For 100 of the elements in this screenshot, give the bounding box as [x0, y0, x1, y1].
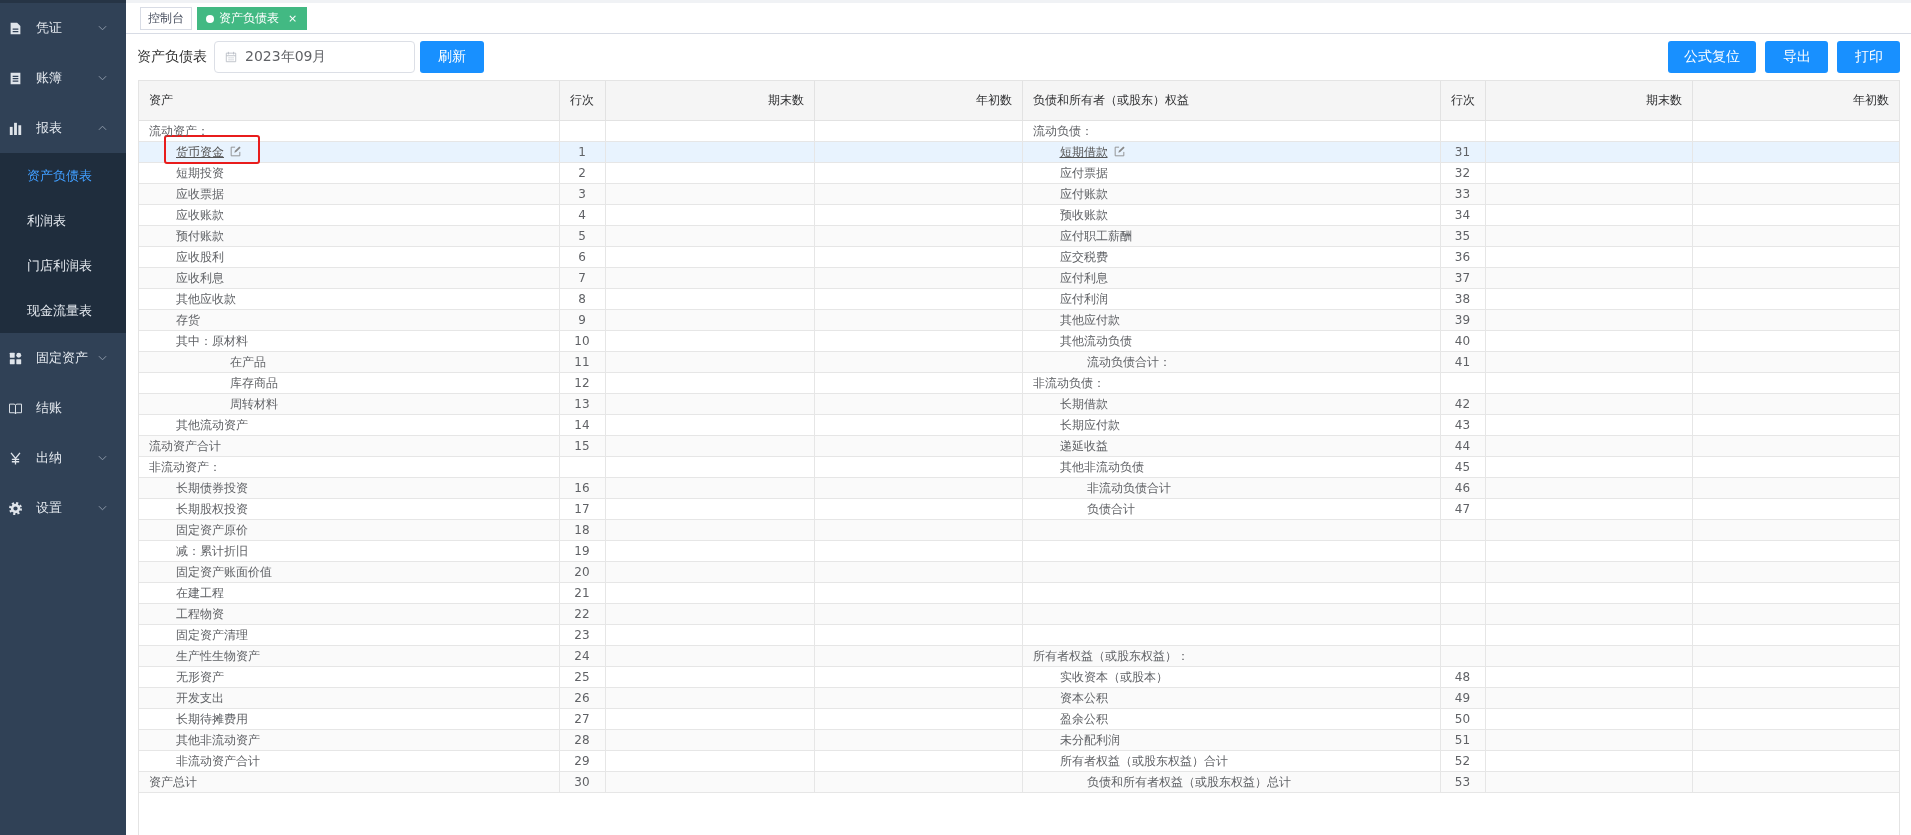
table-row[interactable]: 其他流动资产 14 长期应付款 43 [139, 414, 1899, 435]
table-row[interactable]: 应收股利 6 应交税费 36 [139, 246, 1899, 267]
account-name: 长期待摊费用 [176, 711, 248, 726]
line-number: 45 [1440, 456, 1485, 477]
date-field[interactable]: 2023年09月 [214, 41, 415, 73]
table-row[interactable]: 流动资产合计 15 递延收益 44 [139, 435, 1899, 456]
column-header: 负债和所有者（或股东）权益 [1022, 81, 1440, 120]
line-number: 12 [559, 372, 605, 393]
account-name: 在建工程 [176, 585, 224, 600]
account-name: 应付职工薪酬 [1059, 228, 1132, 243]
account-name: 资产总计 [149, 774, 197, 789]
edit-icon [1113, 146, 1125, 157]
table-row[interactable]: 货币资金 1 短期借款 31 [139, 141, 1899, 162]
line-number: 23 [559, 624, 605, 645]
account-name: 应收账款 [176, 207, 224, 222]
table-row[interactable]: 长期债券投资 16 非流动负债合计 46 [139, 477, 1899, 498]
tab[interactable]: 控制台 [140, 7, 192, 30]
table-row[interactable]: 资产总计 30 负债和所有者权益（或股东权益）总计 53 [139, 771, 1899, 792]
account-name: 应付账款 [1059, 186, 1108, 201]
table-row[interactable]: 减：累计折旧 19 [139, 540, 1899, 561]
account-link[interactable]: 短期借款 [1059, 141, 1125, 162]
account-name: 生产性生物资产 [176, 648, 260, 663]
menu-item[interactable]: 结账 [0, 383, 126, 433]
account-name: 固定资产原价 [176, 522, 248, 537]
table-row[interactable]: 长期股权投资 17 负债合计 47 [139, 498, 1899, 519]
line-number: 47 [1440, 498, 1485, 519]
line-number: 6 [559, 246, 605, 267]
table-row[interactable]: 库存商品 12 非流动负债： [139, 372, 1899, 393]
account-name: 短期投资 [176, 165, 224, 180]
account-name: 预付账款 [176, 228, 224, 243]
account-name: 盈余公积 [1059, 711, 1108, 726]
table-row[interactable]: 流动资产： 流动负债： [139, 120, 1899, 141]
line-number: 10 [559, 330, 605, 351]
table-row[interactable]: 其他应收款 8 应付利润 38 [139, 288, 1899, 309]
table-row[interactable]: 工程物资 22 [139, 603, 1899, 624]
line-number: 27 [559, 708, 605, 729]
account-name: 长期借款 [1059, 396, 1108, 411]
table-row[interactable]: 固定资产账面价值 20 [139, 561, 1899, 582]
account-name: 其他应付款 [1059, 312, 1120, 327]
line-number: 40 [1440, 330, 1485, 351]
menu-item[interactable]: 固定资产 [0, 333, 126, 383]
document-icon [9, 21, 22, 35]
table-row[interactable]: 应收账款 4 预收账款 34 [139, 204, 1899, 225]
line-number: 34 [1440, 204, 1485, 225]
table-row[interactable]: 短期投资 2 应付票据 32 [139, 162, 1899, 183]
ledger-icon [9, 71, 22, 85]
table-row[interactable]: 无形资产 25 实收资本（或股本） 48 [139, 666, 1899, 687]
table-row[interactable]: 固定资产原价 18 [139, 519, 1899, 540]
line-number: 32 [1440, 162, 1485, 183]
account-name: 负债和所有者权益（或股东权益）总计 [1086, 774, 1291, 789]
table-row[interactable]: 其中：原材料 10 其他流动负债 40 [139, 330, 1899, 351]
table-row[interactable]: 在产品 11 流动负债合计： 41 [139, 351, 1899, 372]
menu-item[interactable]: 账簿 [0, 53, 126, 103]
account-name: 固定资产清理 [176, 627, 248, 642]
menu-item[interactable]: 设置 [0, 483, 126, 533]
table-row[interactable]: 应收利息 7 应付利息 37 [139, 267, 1899, 288]
column-header: 期末数 [605, 81, 814, 120]
account-name: 无形资产 [176, 669, 224, 684]
account-link[interactable]: 货币资金 [176, 141, 241, 162]
menu-item[interactable]: 出纳 [0, 433, 126, 483]
calendar-icon [225, 51, 237, 63]
table-row[interactable]: 其他非流动资产 28 未分配利润 51 [139, 729, 1899, 750]
account-name: 长期股权投资 [176, 501, 248, 516]
line-number: 36 [1440, 246, 1485, 267]
line-number: 21 [559, 582, 605, 603]
table-row[interactable]: 应收票据 3 应付账款 33 [139, 183, 1899, 204]
table-row[interactable]: 开发支出 26 资本公积 49 [139, 687, 1899, 708]
account-name: 实收资本（或股本） [1059, 669, 1168, 684]
account-name: 应交税费 [1059, 249, 1108, 264]
table-row[interactable]: 非流动资产： 其他非流动负债 45 [139, 456, 1899, 477]
table-row[interactable]: 预付账款 5 应付职工薪酬 35 [139, 225, 1899, 246]
account-name: 流动资产合计 [149, 438, 221, 453]
account-name: 流动负债合计： [1086, 354, 1171, 369]
account-name: 长期应付款 [1059, 417, 1120, 432]
table-row[interactable]: 非流动资产合计 29 所有者权益（或股东权益）合计 52 [139, 750, 1899, 771]
account-name: 减：累计折旧 [176, 543, 248, 558]
account-name: 递延收益 [1059, 438, 1108, 453]
table-row[interactable]: 固定资产清理 23 [139, 624, 1899, 645]
line-number: 2 [559, 162, 605, 183]
submenu-item[interactable]: 利润表 [0, 198, 126, 243]
page-title: 资产负债表 [137, 48, 207, 66]
column-header: 资产 [139, 81, 559, 120]
account-name: 未分配利润 [1059, 732, 1120, 747]
table-row[interactable]: 存货 9 其他应付款 39 [139, 309, 1899, 330]
account-name: 预收账款 [1059, 207, 1108, 222]
line-number: 43 [1440, 414, 1485, 435]
menu-item[interactable]: 报表 [0, 103, 126, 153]
bar-chart-icon [9, 121, 22, 135]
table-row[interactable]: 在建工程 21 [139, 582, 1899, 603]
account-name: 非流动资产合计 [176, 753, 260, 768]
account-name: 流动负债： [1032, 123, 1093, 138]
menu-item[interactable]: 凭证 [0, 3, 126, 53]
table-row[interactable]: 生产性生物资产 24 所有者权益（或股东权益）： [139, 645, 1899, 666]
account-name: 应收利息 [176, 270, 224, 285]
table-row[interactable]: 长期待摊费用 27 盈余公积 50 [139, 708, 1899, 729]
table-row[interactable]: 周转材料 13 长期借款 42 [139, 393, 1899, 414]
submenu-item[interactable]: 资产负债表 [0, 153, 126, 198]
account-name: 其中：原材料 [176, 333, 248, 348]
submenu-item[interactable]: 现金流量表 [0, 288, 126, 333]
submenu-item[interactable]: 门店利润表 [0, 243, 126, 288]
